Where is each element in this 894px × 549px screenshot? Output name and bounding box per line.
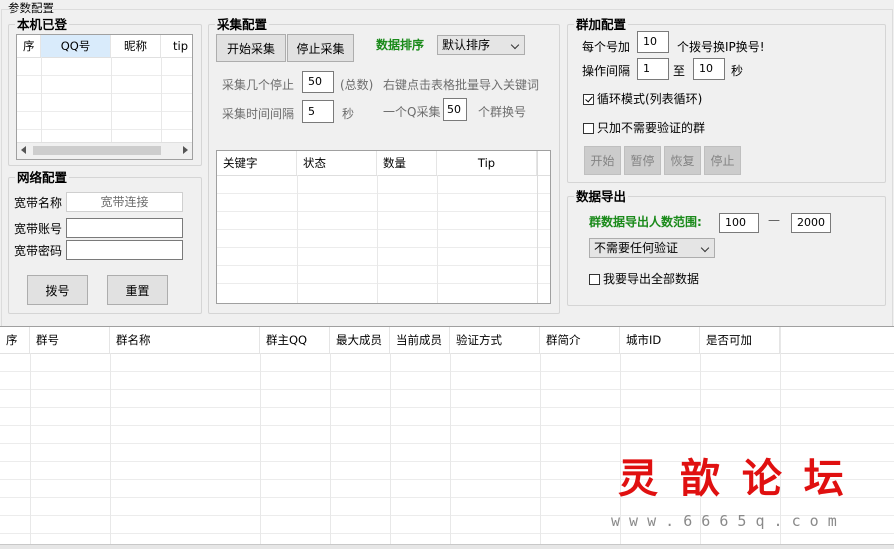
collect-interval-seconds: 秒 — [342, 107, 355, 121]
sort-select[interactable]: 默认排序 — [437, 35, 525, 55]
start-collect-button[interactable]: 开始采集 — [216, 34, 286, 62]
join-interval-to-input[interactable]: 10 — [693, 58, 725, 80]
scroll-right-icon[interactable] — [183, 146, 188, 154]
export-range-from-input[interactable]: 100 — [719, 213, 759, 233]
res-col-group-name[interactable]: 群名称 — [110, 327, 260, 353]
res-col-max-members[interactable]: 最大成员 — [330, 327, 390, 353]
stop-collect-button[interactable]: 停止采集 — [287, 34, 354, 62]
per-number-label: 每个号加 — [582, 40, 631, 54]
sort-select-value: 默认排序 — [442, 38, 491, 52]
join-interval-to-label: 至 — [673, 64, 686, 78]
kw-col-keyword[interactable]: 关键字 — [217, 151, 297, 175]
local-col-nickname[interactable]: 昵称 — [111, 35, 161, 57]
res-col-verify-method[interactable]: 验证方式 — [450, 327, 540, 353]
export-title: 数据导出 — [574, 189, 629, 205]
per-q-input[interactable]: 50 — [443, 98, 467, 121]
res-col-current-members[interactable]: 当前成员 — [390, 327, 450, 353]
join-start-button[interactable]: 开始 — [584, 146, 621, 175]
export-all-checkbox[interactable] — [589, 274, 600, 285]
verify-type-value: 不需要任何验证 — [594, 241, 679, 255]
res-col-city-id[interactable]: 城市ID — [620, 327, 700, 353]
stop-after-input[interactable]: 50 — [302, 71, 334, 93]
per-number-suffix: 个拨号换IP换号! — [677, 40, 765, 54]
local-accounts-title: 本机已登 — [15, 17, 70, 33]
per-q-label: 一个Q采集 — [383, 105, 441, 119]
collect-interval-label: 采集时间间隔 — [222, 107, 295, 121]
res-col-owner-qq[interactable]: 群主QQ — [260, 327, 330, 353]
collect-title: 采集配置 — [215, 17, 270, 33]
res-col-joinable[interactable]: 是否可加 — [700, 327, 780, 353]
broadband-password-label: 宽带密码 — [14, 244, 63, 258]
export-range-label: 群数据导出人数范围: — [589, 215, 702, 229]
kw-col-status[interactable]: 状态 — [297, 151, 377, 175]
watermark-url: w w w . 6 6 6 5 q . c o m — [611, 512, 837, 530]
join-interval-seconds: 秒 — [731, 64, 744, 78]
join-interval-label: 操作间隔 — [582, 64, 631, 78]
local-col-tip[interactable]: tip — [161, 35, 192, 57]
sort-label: 数据排序 — [376, 38, 425, 52]
local-accounts-table[interactable]: 序 QQ号 昵称 tip — [16, 34, 193, 160]
kw-col-tip[interactable]: Tip — [437, 151, 537, 175]
network-title: 网络配置 — [15, 170, 70, 186]
per-q-suffix: 个群换号 — [478, 105, 527, 119]
broadband-password-input[interactable] — [66, 240, 183, 260]
loop-mode-checkbox[interactable] — [583, 94, 594, 105]
res-col-index[interactable]: 序 — [0, 327, 30, 353]
join-title: 群加配置 — [574, 17, 629, 33]
kw-col-count[interactable]: 数量 — [377, 151, 437, 175]
broadband-account-input[interactable] — [66, 218, 183, 238]
broadband-account-label: 宽带账号 — [14, 222, 63, 236]
status-strip — [0, 544, 894, 549]
chevron-down-icon — [510, 40, 520, 50]
loop-mode-label[interactable]: 循环模式(列表循环) — [597, 91, 702, 107]
export-range-dash: — — [768, 213, 780, 227]
dial-button[interactable]: 拨号 — [27, 275, 88, 305]
watermark-logo: 灵 歆 论 坛 — [618, 455, 848, 502]
broadband-name-label: 宽带名称 — [14, 196, 63, 210]
collect-interval-input[interactable]: 5 — [302, 100, 334, 123]
local-table-scrollbar[interactable] — [17, 142, 192, 159]
join-resume-button[interactable]: 恢复 — [664, 146, 701, 175]
join-pause-button[interactable]: 暂停 — [624, 146, 661, 175]
scroll-left-icon[interactable] — [21, 146, 26, 154]
verify-type-select[interactable]: 不需要任何验证 — [589, 238, 715, 258]
total-label: (总数) — [340, 78, 374, 92]
import-hint: 右键点击表格批量导入关键词 — [383, 78, 540, 92]
local-col-qq[interactable]: QQ号 — [41, 35, 111, 57]
export-all-label[interactable]: 我要导出全部数据 — [603, 271, 699, 287]
keyword-table[interactable]: 关键字 状态 数量 Tip — [216, 150, 551, 304]
stop-after-label: 采集几个停止 — [222, 78, 295, 92]
no-verify-label[interactable]: 只加不需要验证的群 — [597, 120, 705, 136]
local-col-index[interactable]: 序 — [17, 35, 41, 57]
res-col-group-number[interactable]: 群号 — [30, 327, 110, 353]
join-interval-from-input[interactable]: 1 — [637, 58, 669, 80]
reset-button[interactable]: 重置 — [107, 275, 168, 305]
no-verify-checkbox[interactable] — [583, 123, 594, 134]
scroll-thumb[interactable] — [33, 146, 161, 155]
res-col-intro[interactable]: 群简介 — [540, 327, 620, 353]
export-range-to-input[interactable]: 2000 — [791, 213, 831, 233]
join-stop-button[interactable]: 停止 — [704, 146, 741, 175]
per-number-input[interactable]: 10 — [637, 31, 669, 53]
chevron-down-icon — [700, 243, 710, 253]
broadband-name-input[interactable]: 宽带连接 — [66, 192, 183, 212]
